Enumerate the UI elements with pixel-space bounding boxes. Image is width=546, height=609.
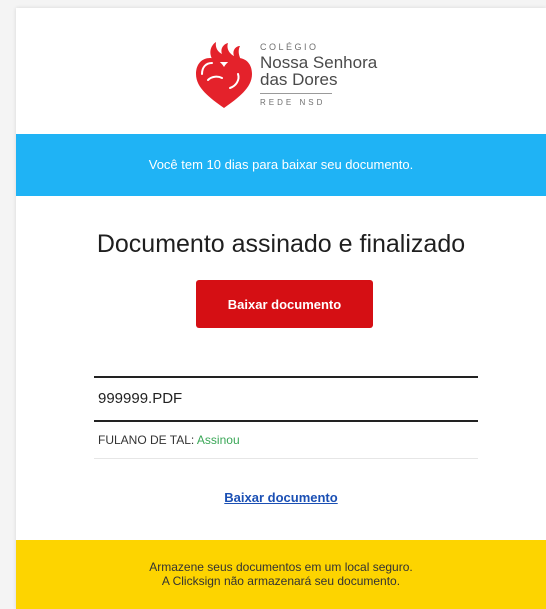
header: COLÉGIO Nossa Senhora das Dores REDE NSD	[16, 8, 546, 134]
email-card: COLÉGIO Nossa Senhora das Dores REDE NSD…	[16, 8, 546, 609]
divider	[94, 458, 478, 459]
signer-name: FULANO DE TAL:	[98, 433, 195, 447]
logo-rede: REDE NSD	[260, 98, 326, 107]
storage-warning-line1: Armazene seus documentos em um local seg…	[149, 560, 413, 574]
document-filename: 999999.PDF	[98, 390, 183, 407]
signer-row: FULANO DE TAL: Assinou	[94, 422, 478, 458]
download-document-button[interactable]: Baixar documento	[196, 280, 373, 328]
logo-name-line2: das Dores	[260, 70, 338, 89]
signer-status: Assinou	[196, 433, 240, 447]
logo-divider	[260, 93, 332, 94]
storage-warning-line2: A Clicksign não armazenará seu documento…	[161, 574, 401, 588]
document-info: 999999.PDF FULANO DE TAL: Assinou	[94, 376, 478, 459]
logo-name-line1: Nossa Senhora	[260, 53, 378, 72]
logo-colegio: COLÉGIO	[260, 42, 319, 52]
expiry-notice-banner: Você tem 10 dias para baixar seu documen…	[16, 134, 546, 196]
logo-text: COLÉGIO Nossa Senhora das Dores REDE NSD	[260, 42, 377, 107]
flaming-heart-icon	[196, 42, 252, 108]
storage-warning-banner: Armazene seus documentos em um local seg…	[16, 540, 546, 609]
download-document-link[interactable]: Baixar documento	[16, 490, 546, 505]
page-title: Documento assinado e finalizado	[96, 230, 466, 258]
